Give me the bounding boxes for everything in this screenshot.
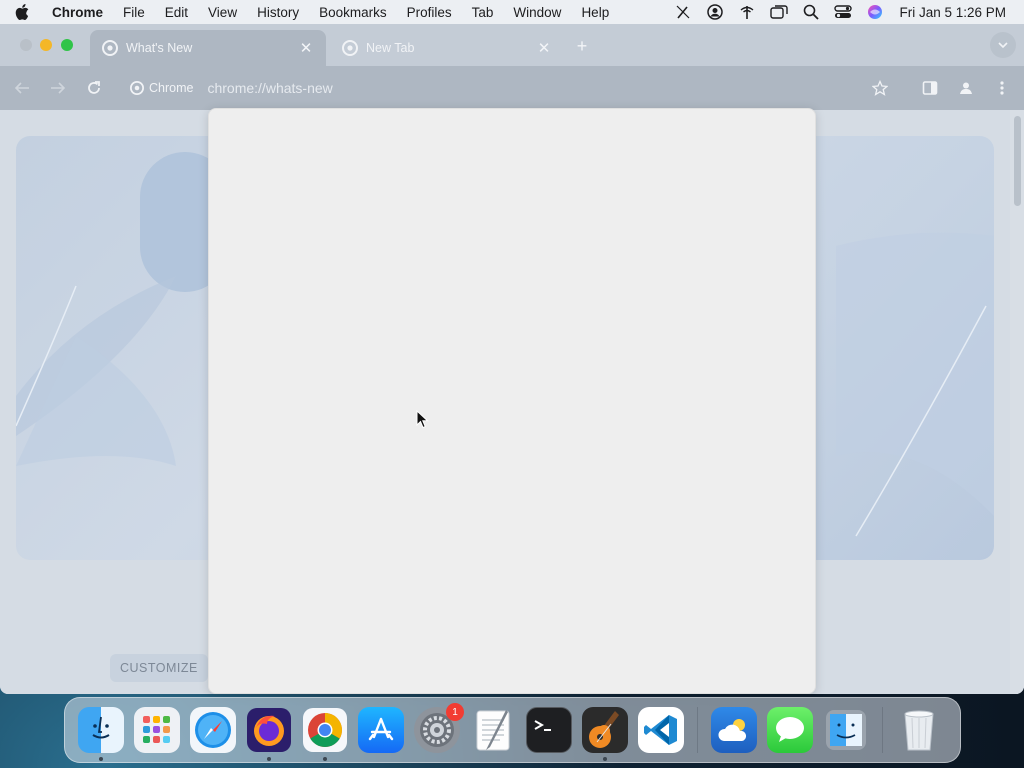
menu-help[interactable]: Help <box>571 5 619 20</box>
menu-bar: Chrome File Edit View History Bookmarks … <box>0 0 1024 24</box>
side-panel-icon[interactable] <box>918 76 942 100</box>
running-indicator <box>99 757 103 761</box>
url-path: whats-new <box>265 80 333 96</box>
chrome-favicon-icon <box>342 40 358 56</box>
tab-title: New Tab <box>366 41 415 55</box>
garageband-icon[interactable] <box>582 707 628 761</box>
control-center-icon[interactable] <box>827 4 859 20</box>
reload-icon[interactable] <box>82 76 106 100</box>
messages-icon[interactable] <box>767 707 813 753</box>
customize-button[interactable]: CUSTOMIZE <box>110 654 208 682</box>
app-store-icon[interactable] <box>358 707 404 753</box>
menu-file[interactable]: File <box>113 5 155 20</box>
menu-extras: Fri Jan 5 1:26 PM <box>667 0 1024 24</box>
menu-tab[interactable]: Tab <box>462 5 504 20</box>
url-scheme: chrome:// <box>207 80 266 96</box>
dock-separator <box>882 707 883 753</box>
menu-view[interactable]: View <box>198 5 247 20</box>
more-menu-icon[interactable] <box>990 76 1014 100</box>
site-info-chip[interactable]: Chrome <box>122 76 201 100</box>
tab-search-chevron-icon[interactable] <box>990 32 1016 58</box>
menu-clock[interactable]: Fri Jan 5 1:26 PM <box>891 5 1024 20</box>
running-indicator <box>603 757 607 761</box>
launchpad-icon[interactable] <box>134 707 180 753</box>
system-settings-icon[interactable]: 1 <box>414 703 464 753</box>
blank-dialog[interactable] <box>208 108 816 694</box>
address-bar[interactable]: Chrome chrome://whats-new <box>122 72 902 104</box>
textedit-icon[interactable] <box>470 707 516 753</box>
mouse-cursor-icon <box>416 410 429 429</box>
window-zoom-button[interactable] <box>61 39 73 51</box>
tab-whats-new[interactable]: What's New ✕ <box>90 30 326 66</box>
chrome-logo-icon <box>130 81 144 95</box>
forward-arrow-icon[interactable] <box>46 76 70 100</box>
terminal-icon[interactable] <box>526 707 572 753</box>
new-tab-plus-icon[interactable]: + <box>572 36 592 56</box>
spotlight-search-icon[interactable] <box>795 4 827 20</box>
bookmark-star-icon[interactable] <box>868 76 892 100</box>
running-indicator <box>267 757 271 761</box>
screen-mirroring-icon[interactable] <box>763 4 795 20</box>
user-account-icon[interactable] <box>699 4 731 20</box>
menu-edit[interactable]: Edit <box>155 5 198 20</box>
weather-icon[interactable] <box>711 707 757 753</box>
back-arrow-icon[interactable] <box>10 76 34 100</box>
site-info-label: Chrome <box>149 81 194 95</box>
running-indicator <box>323 757 327 761</box>
menu-profiles[interactable]: Profiles <box>397 5 462 20</box>
siri-icon[interactable] <box>859 4 891 20</box>
tab-close-icon[interactable]: ✕ <box>298 39 314 57</box>
window-minimize-button[interactable] <box>40 39 52 51</box>
wifi-icon[interactable] <box>731 4 763 20</box>
notification-badge: 1 <box>446 703 464 721</box>
tab-new-tab[interactable]: New Tab ✕ <box>330 30 564 66</box>
profile-avatar-icon[interactable] <box>954 76 978 100</box>
menu-window[interactable]: Window <box>503 5 571 20</box>
pen-off-icon[interactable] <box>667 4 699 20</box>
browser-toolbar: Chrome chrome://whats-new <box>0 66 1024 110</box>
tab-title: What's New <box>126 41 193 55</box>
dock: 1 <box>64 697 961 763</box>
apple-menu-icon[interactable] <box>0 4 44 20</box>
tab-strip: What's New ✕ New Tab ✕ + <box>0 24 1024 66</box>
window-close-button[interactable] <box>20 39 32 51</box>
page-scrollbar[interactable] <box>1010 110 1024 694</box>
menu-history[interactable]: History <box>247 5 309 20</box>
chrome-icon[interactable] <box>302 707 348 761</box>
migration-assistant-icon[interactable] <box>823 707 869 753</box>
menu-bookmarks[interactable]: Bookmarks <box>309 5 397 20</box>
safari-icon[interactable] <box>190 707 236 753</box>
finder-icon[interactable] <box>78 707 124 761</box>
firefox-icon[interactable] <box>246 707 292 761</box>
menu-app-name[interactable]: Chrome <box>44 5 113 20</box>
vscode-icon[interactable] <box>638 707 684 753</box>
chrome-favicon-icon <box>102 40 118 56</box>
tab-close-icon[interactable]: ✕ <box>536 39 552 57</box>
scrollbar-thumb[interactable] <box>1014 116 1021 206</box>
trash-icon[interactable] <box>896 707 942 753</box>
url-text[interactable]: chrome://whats-new <box>207 80 332 96</box>
dock-separator <box>697 707 698 753</box>
